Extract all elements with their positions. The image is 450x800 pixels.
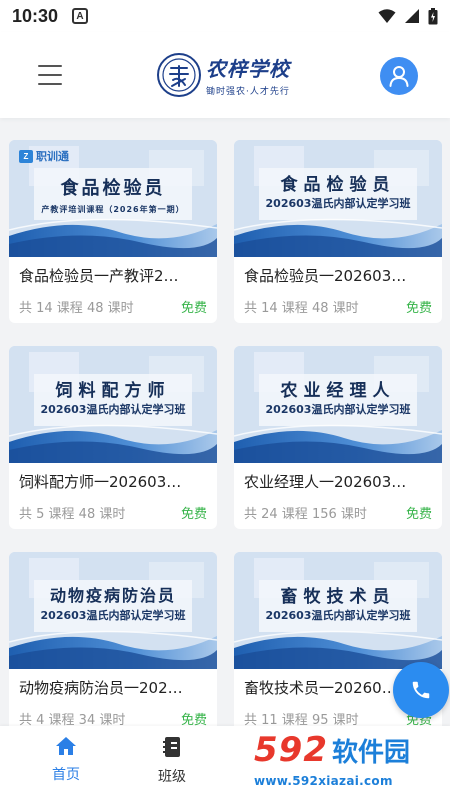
cover-subtitle: 202603温氏内部认定学习班 (40, 403, 186, 416)
menu-icon[interactable] (38, 65, 62, 85)
watermark-name: 软件园 (331, 737, 410, 768)
phone-icon (412, 681, 430, 699)
course-price: 免费 (180, 507, 207, 522)
cover-subtitle: 202603温氏内部认定学习班 (265, 403, 411, 416)
status-bar: 10:30 A (0, 0, 450, 32)
cover-title: 食品检验员 (280, 175, 396, 195)
site-watermark: 592 软件园 www.592xiazai.com (254, 728, 450, 800)
tab-class[interactable]: 班级 (142, 736, 202, 786)
cover-subtitle: 202603温氏内部认定学习班 (265, 197, 411, 210)
course-name: 动物疫病防治员一202… (19, 679, 183, 697)
school-name: 农梓学校 (206, 57, 290, 81)
app-header: 农梓学校 锄时强农·人才先行 (0, 32, 450, 118)
school-slogan: 锄时强农·人才先行 (206, 87, 290, 97)
cover-title: 畜牧技术员 (280, 587, 396, 607)
status-time: 10:30 (12, 5, 59, 26)
cover-title: 饲料配方师 (55, 381, 171, 401)
course-card[interactable]: Z 职训通 食品检验员 产教评培训课程（2026年第一期） 食品检验员一产教评2…… (9, 140, 217, 323)
cover-title: 动物疫病防治员 (49, 586, 176, 605)
course-cover: 动物疫病防治员 202603温氏内部认定学习班 (9, 552, 217, 669)
course-badge: Z 职训通 (19, 148, 69, 164)
course-price: 免费 (405, 507, 432, 522)
tab-home[interactable]: 首页 (36, 736, 96, 784)
course-name: 食品检验员一202603… (244, 267, 407, 285)
phone-call-button[interactable] (393, 662, 449, 718)
course-card[interactable]: 动物疫病防治员 202603温氏内部认定学习班 动物疫病防治员一202… 共 4… (9, 552, 217, 735)
course-cover: 畜牧技术员 202603温氏内部认定学习班 (234, 552, 442, 669)
battery-icon (428, 7, 438, 24)
home-icon (56, 737, 76, 755)
class-icon (163, 737, 180, 757)
course-cover: 食品检验员 202603温氏内部认定学习班 (234, 140, 442, 257)
badge-logo-icon: Z (19, 149, 33, 163)
course-meta: 共 5 课程 48 课时 (19, 507, 126, 522)
course-cover: 农业经理人 202603温氏内部认定学习班 (234, 346, 442, 463)
course-card[interactable]: 食品检验员 202603温氏内部认定学习班 食品检验员一202603… 共 14… (234, 140, 442, 323)
tab-class-label: 班级 (158, 769, 186, 785)
cover-title: 食品检验员 (60, 178, 166, 199)
cover-subtitle: 202603温氏内部认定学习班 (265, 609, 411, 622)
course-meta: 共 14 课程 48 课时 (244, 301, 359, 316)
course-name: 食品检验员一产教评2… (19, 267, 179, 285)
course-card[interactable]: 饲料配方师 202603温氏内部认定学习班 饲料配方师一202603… 共 5 … (9, 346, 217, 529)
course-price: 免费 (405, 301, 432, 316)
notification-icon: A (72, 8, 89, 24)
course-cover: Z 职训通 食品检验员 产教评培训课程（2026年第一期） (9, 140, 217, 257)
course-cover: 饲料配方师 202603温氏内部认定学习班 (9, 346, 217, 463)
cover-title: 农业经理人 (280, 381, 396, 401)
school-logo: 农梓学校 锄时强农·人才先行 (156, 52, 290, 98)
signal-icon (405, 9, 419, 23)
cover-subtitle: 产教评培训课程（2026年第一期） (41, 205, 185, 214)
course-name: 饲料配方师一202603… (19, 473, 182, 491)
user-icon (389, 66, 409, 87)
course-name: 农业经理人一202603… (244, 473, 407, 491)
course-meta: 共 24 课程 156 课时 (244, 507, 367, 522)
school-emblem-icon (157, 53, 201, 97)
course-price: 免费 (180, 301, 207, 316)
cover-subtitle: 202603温氏内部认定学习班 (40, 609, 186, 622)
watermark-number: 592 (254, 730, 328, 770)
watermark-url: www.592xiazai.com (254, 774, 393, 788)
user-profile-button[interactable] (380, 57, 418, 95)
tab-home-label: 首页 (52, 767, 80, 783)
course-meta: 共 14 课程 48 课时 (19, 301, 134, 316)
wifi-icon (378, 9, 396, 23)
course-card[interactable]: 农业经理人 202603温氏内部认定学习班 农业经理人一202603… 共 24… (234, 346, 442, 529)
status-icons (378, 7, 438, 25)
